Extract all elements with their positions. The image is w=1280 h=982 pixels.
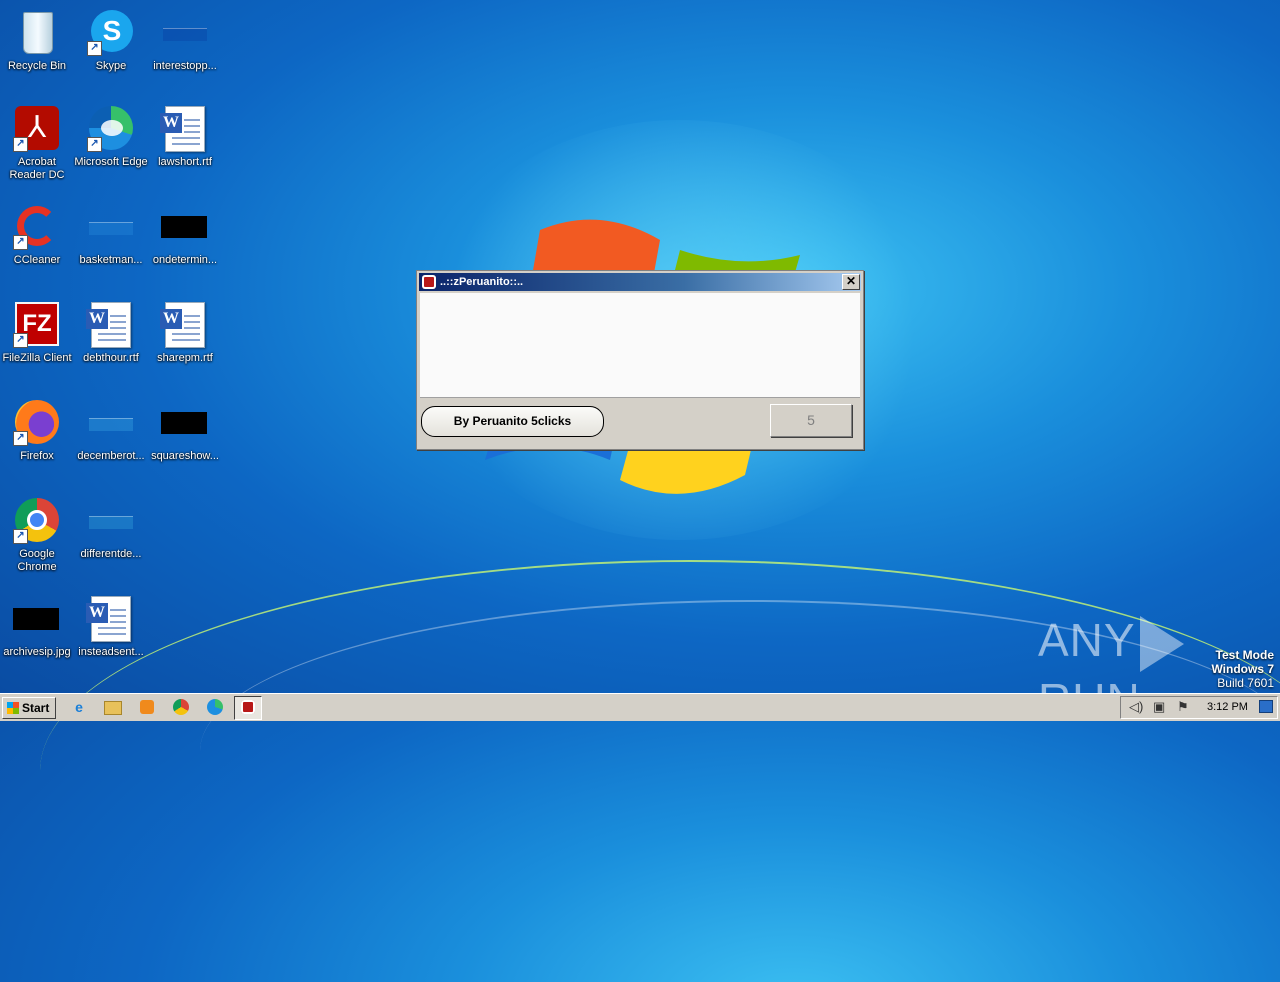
desktop-icon-interestopp[interactable]: interestopp... <box>148 8 222 73</box>
desktop-icon-ccleaner[interactable]: ↗ CCleaner <box>0 202 74 267</box>
desktop-icon-lawshort[interactable]: W lawshort.rtf <box>148 104 222 169</box>
desktop-icon-acrobat[interactable]: ⅄ ↗ Acrobat Reader DC <box>0 104 74 182</box>
network-icon[interactable]: ▣ <box>1153 699 1165 715</box>
dialog-title: ..::zPeruanito::.. <box>440 276 524 288</box>
os-label: Windows 7 <box>1211 662 1274 676</box>
icon-label: CCleaner <box>13 254 61 266</box>
icon-label: Acrobat Reader DC <box>9 156 65 181</box>
build-label: Build 7601 <box>1217 676 1274 690</box>
firefox-icon: ↗ <box>13 398 61 446</box>
desktop-icon-ondetermin[interactable]: ondetermin... <box>148 202 222 267</box>
icon-label: Recycle Bin <box>7 60 67 72</box>
black-image-icon <box>161 202 209 250</box>
word-document-icon: W <box>86 594 135 642</box>
acrobat-icon: ⅄ ↗ <box>13 104 61 152</box>
close-button[interactable]: ✕ <box>842 274 860 290</box>
icon-label: Firefox <box>20 450 54 462</box>
desktop-icon-filezilla[interactable]: FZ ↗ FileZilla Client <box>0 300 74 365</box>
app-icon <box>422 275 436 289</box>
play-icon <box>1139 615 1184 672</box>
ccleaner-icon: ↗ <box>13 202 61 250</box>
action-center-flag-icon[interactable]: ⚑ <box>1177 699 1189 715</box>
icon-label: differentde... <box>80 548 142 560</box>
filezilla-icon: FZ ↗ <box>13 300 61 348</box>
explorer-folder-icon[interactable] <box>100 696 126 718</box>
icon-label: debthour.rtf <box>83 352 139 364</box>
icon-label: basketman... <box>79 254 143 266</box>
watermark-any: ANY <box>1038 614 1136 666</box>
volume-icon[interactable]: ◁) <box>1129 699 1143 715</box>
desktop-icon-squareshow[interactable]: squareshow... <box>148 398 222 463</box>
chrome-taskbar-icon[interactable] <box>168 696 194 718</box>
icon-label: decemberot... <box>77 450 145 462</box>
icon-label: Google Chrome <box>17 548 57 573</box>
icon-label: Skype <box>95 60 127 72</box>
taskbar: Start e ◁) ▣ ⚑ 3:12 PM <box>0 693 1280 721</box>
desktop-icon-sharepm[interactable]: W sharepm.rtf <box>148 300 222 365</box>
icon-label: archivesip.jpg <box>3 646 71 658</box>
media-player-icon[interactable] <box>134 696 160 718</box>
peruanito-dialog: ..::zPeruanito::.. ✕ By Peruanito 5click… <box>416 270 864 450</box>
black-image-icon <box>161 398 209 446</box>
windows-logo-icon <box>7 702 19 714</box>
test-mode-label: Test Mode <box>1215 648 1274 662</box>
shortcut-arrow-icon: ↗ <box>87 41 102 56</box>
icon-label: Microsoft Edge <box>74 156 148 168</box>
edge-taskbar-icon[interactable] <box>202 696 228 718</box>
icon-label: insteadsent... <box>78 646 144 658</box>
desktop-icon-archivesip[interactable]: archivesip.jpg <box>0 594 74 659</box>
shortcut-arrow-icon: ↗ <box>13 137 28 152</box>
desktop-icon-basketman[interactable]: basketman... <box>74 202 148 267</box>
counter-button[interactable]: 5 <box>770 404 852 437</box>
show-desktop-icon[interactable] <box>1259 700 1273 713</box>
dialog-titlebar[interactable]: ..::zPeruanito::.. ✕ <box>419 273 861 291</box>
shortcut-arrow-icon: ↗ <box>13 529 28 544</box>
desktop-icon-insteadsent[interactable]: W insteadsent... <box>74 594 148 659</box>
icon-label: lawshort.rtf <box>158 156 212 168</box>
test-mode-notice: Test Mode Windows 7 Build 7601 <box>1211 648 1274 690</box>
peruanito-taskbar-icon[interactable] <box>234 696 262 720</box>
blank-file-icon <box>87 496 135 544</box>
start-label: Start <box>22 701 50 715</box>
shortcut-arrow-icon: ↗ <box>13 333 28 348</box>
skype-icon: S ↗ <box>87 8 135 56</box>
word-document-icon: W <box>86 300 135 348</box>
icon-label: ondetermin... <box>152 254 218 266</box>
desktop-icon-decemberot[interactable]: decemberot... <box>74 398 148 463</box>
shortcut-arrow-icon: ↗ <box>13 235 28 250</box>
word-document-icon: W <box>160 104 209 152</box>
desktop-icon-edge[interactable]: ↗ Microsoft Edge <box>74 104 148 169</box>
ie-icon[interactable]: e <box>66 696 92 718</box>
blank-file-icon <box>87 202 135 250</box>
chrome-icon: ↗ <box>13 496 61 544</box>
shortcut-arrow-icon: ↗ <box>87 137 102 152</box>
desktop-icon-skype[interactable]: S ↗ Skype <box>74 8 148 73</box>
desktop-icon-debthour[interactable]: W debthour.rtf <box>74 300 148 365</box>
desktop-icon-firefox[interactable]: ↗ Firefox <box>0 398 74 463</box>
blank-file-icon <box>161 8 209 56</box>
start-button[interactable]: Start <box>2 697 56 719</box>
icon-label: sharepm.rtf <box>157 352 213 364</box>
dialog-client-area <box>420 293 860 398</box>
desktop-icon-chrome[interactable]: ↗ Google Chrome <box>0 496 74 574</box>
shortcut-arrow-icon: ↗ <box>13 431 28 446</box>
word-document-icon: W <box>160 300 209 348</box>
desktop-icon-differentde[interactable]: differentde... <box>74 496 148 561</box>
black-image-icon <box>13 594 61 642</box>
credit-button[interactable]: By Peruanito 5clicks <box>421 406 604 437</box>
system-tray: ◁) ▣ ⚑ 3:12 PM <box>1120 696 1278 719</box>
edge-icon: ↗ <box>87 104 135 152</box>
icon-label: FileZilla Client <box>2 352 72 364</box>
recycle-bin-icon <box>13 8 61 56</box>
blank-file-icon <box>87 398 135 446</box>
icon-label: squareshow... <box>151 450 219 462</box>
clock[interactable]: 3:12 PM <box>1207 700 1248 714</box>
icon-label: interestopp... <box>153 60 217 72</box>
desktop-icon-recycle-bin[interactable]: Recycle Bin <box>0 8 74 73</box>
